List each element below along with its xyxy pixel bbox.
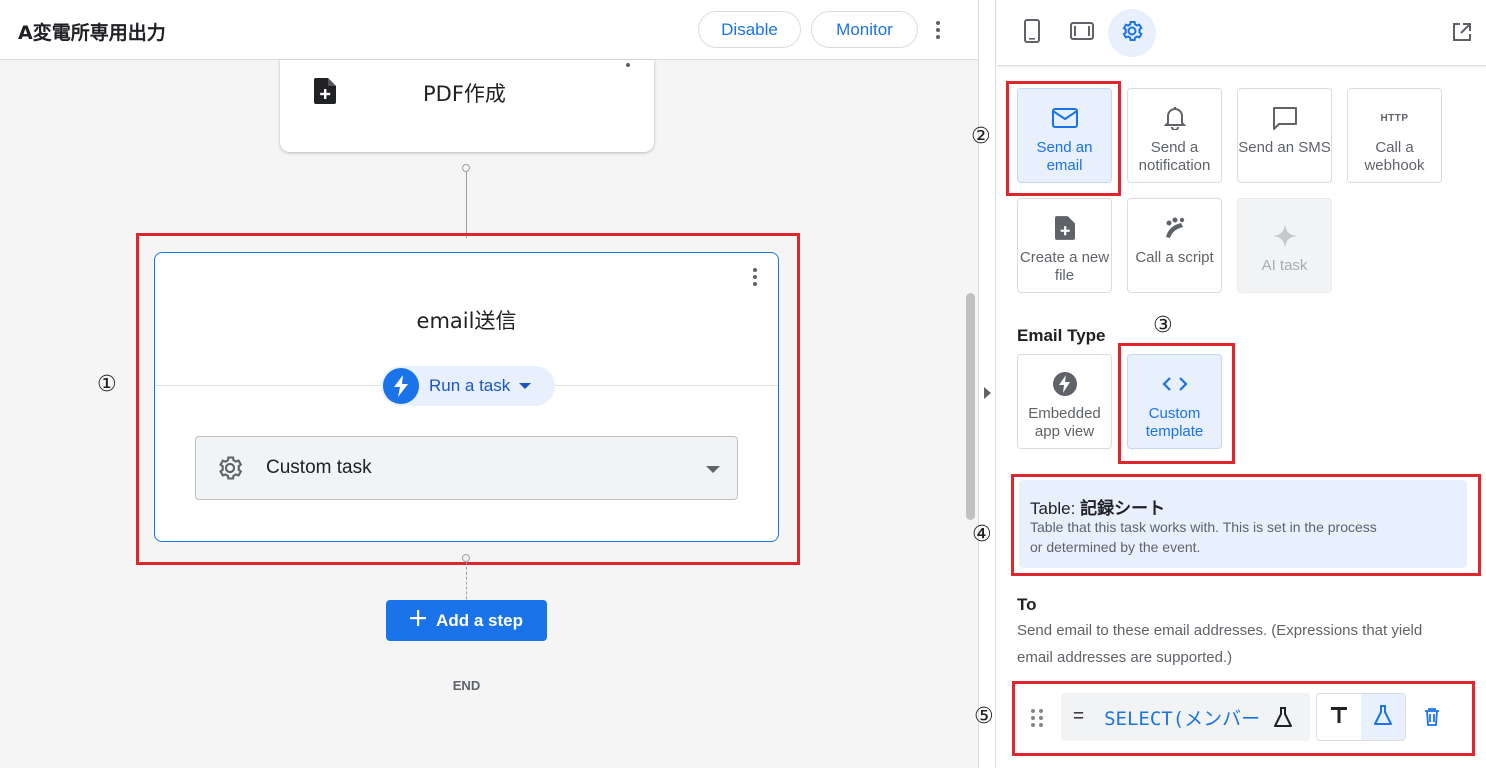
add-file-icon xyxy=(1054,213,1075,243)
annotation-box-2 xyxy=(1006,81,1121,196)
page-title: A変電所専用出力 xyxy=(18,22,166,44)
tile-label: Create a new file xyxy=(1019,249,1110,284)
bolt-icon xyxy=(1052,369,1078,399)
pdf-step-card[interactable]: PDF作成 xyxy=(280,60,654,152)
email-type-title: Email Type xyxy=(1017,326,1106,345)
add-step-button[interactable]: Add a step xyxy=(386,600,547,641)
tile-label: Embedded app view xyxy=(1028,405,1101,440)
annotation-label-4: ④ xyxy=(972,522,992,547)
email-step-card[interactable]: email送信 Run a task Custom task xyxy=(154,252,779,542)
annotation-box-5 xyxy=(1012,681,1475,756)
disable-button[interactable]: Disable xyxy=(698,11,801,48)
tab-settings[interactable] xyxy=(1108,9,1156,57)
add-step-label: Add a step xyxy=(436,610,523,630)
annotation-label-3: ③ xyxy=(1153,313,1173,338)
tab-mobile-preview[interactable] xyxy=(1008,9,1056,57)
settings-panel-header xyxy=(997,0,1486,66)
tile-label: Send a notification xyxy=(1138,139,1211,174)
email-step-title: email送信 xyxy=(416,309,517,333)
tile-label: AI task xyxy=(1261,257,1308,274)
panel-divider[interactable] xyxy=(978,0,996,768)
chevron-right-icon[interactable] xyxy=(984,387,991,399)
annotation-box-4 xyxy=(1011,474,1481,576)
task-type-value: Custom task xyxy=(266,457,372,478)
step-menu-icon[interactable] xyxy=(743,265,767,289)
tile-label: Call a script xyxy=(1135,249,1214,266)
gear-icon xyxy=(216,454,244,482)
to-description: Send email to these email addresses. (Ex… xyxy=(1017,622,1423,666)
phone-icon xyxy=(1024,18,1040,48)
run-task-chip[interactable]: Run a task xyxy=(381,366,555,406)
editor-header: A変電所専用出力 Disable Monitor xyxy=(0,0,978,60)
more-options-icon[interactable] xyxy=(926,18,950,42)
annotation-box-3 xyxy=(1118,343,1235,464)
connector-dot xyxy=(462,554,470,562)
tablet-icon xyxy=(1070,21,1094,45)
task-type-call-webhook[interactable]: HTTP Call a webhook xyxy=(1347,88,1442,183)
task-type-send-notification[interactable]: Send a notification xyxy=(1127,88,1222,183)
app-root: A変電所専用出力 Disable Monitor PDF作成 ① email送信… xyxy=(0,0,1486,768)
annotation-label-5: ⑤ xyxy=(974,704,994,729)
annotation-label-2: ② xyxy=(971,124,991,149)
plus-icon xyxy=(410,610,427,631)
to-title: To xyxy=(1017,595,1037,614)
task-type-call-script[interactable]: Call a script xyxy=(1127,198,1222,293)
end-label: END xyxy=(452,678,481,693)
tab-tablet-preview[interactable] xyxy=(1058,9,1106,57)
tile-label: Send an SMS xyxy=(1238,139,1331,156)
task-type-select[interactable]: Custom task xyxy=(195,436,738,500)
http-icon: HTTP xyxy=(1380,112,1409,124)
pdf-step-menu-icon[interactable] xyxy=(626,63,630,67)
task-type-create-file[interactable]: Create a new file xyxy=(1017,198,1112,293)
monitor-button[interactable]: Monitor xyxy=(811,11,918,48)
annotation-label-1: ① xyxy=(97,372,117,397)
email-type-embedded-app-view[interactable]: Embedded app view xyxy=(1017,354,1112,449)
open-external-icon[interactable] xyxy=(1452,22,1472,47)
run-task-label: Run a task xyxy=(429,376,511,395)
canvas-scrollbar[interactable] xyxy=(966,293,975,520)
message-icon xyxy=(1272,103,1298,133)
pdf-step-title: PDF作成 xyxy=(423,82,506,106)
chevron-down-icon xyxy=(519,383,532,389)
sparkle-icon xyxy=(1272,221,1297,251)
bolt-icon xyxy=(383,368,419,404)
tile-label: Call a webhook xyxy=(1364,139,1425,174)
add-file-icon xyxy=(314,78,336,109)
chevron-down-icon xyxy=(706,466,720,473)
script-icon xyxy=(1163,213,1187,243)
task-type-send-sms[interactable]: Send an SMS xyxy=(1237,88,1332,183)
bell-icon xyxy=(1163,103,1186,133)
connector-dot xyxy=(462,164,470,172)
connector-line xyxy=(466,172,467,238)
gear-icon xyxy=(1120,19,1144,48)
task-type-ai-task: AI task xyxy=(1237,198,1332,293)
